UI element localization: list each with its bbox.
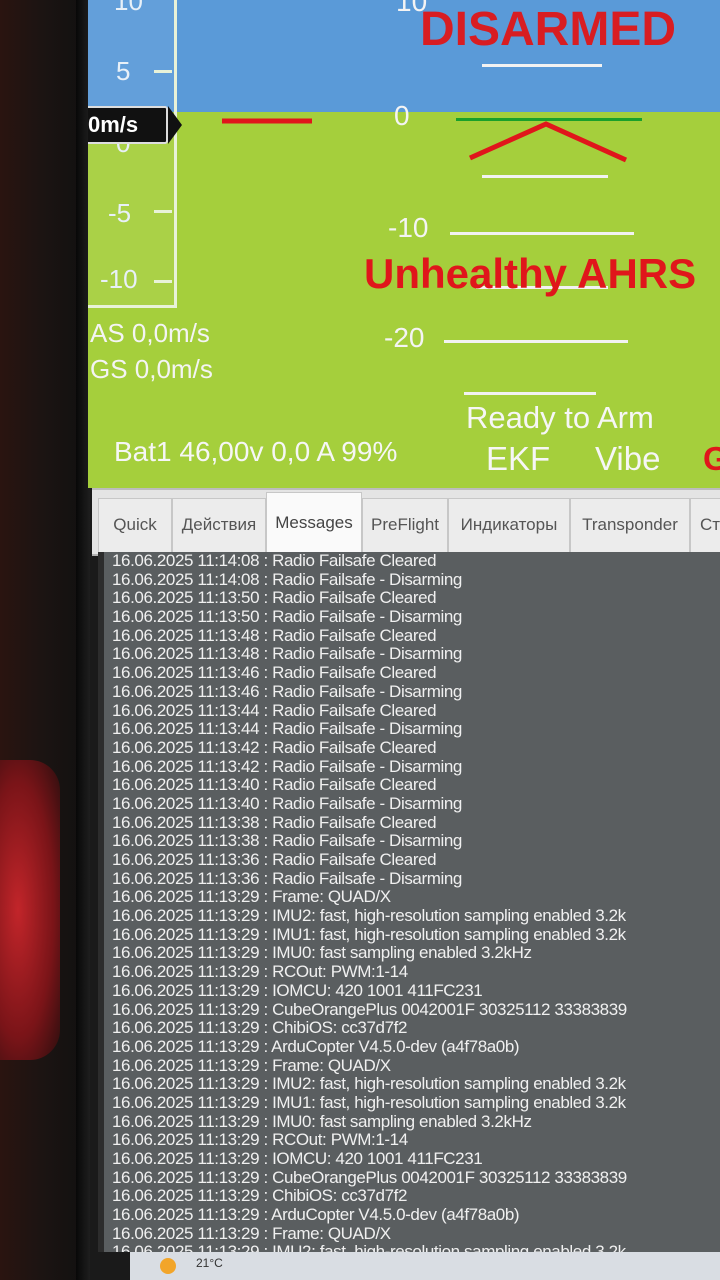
tab-bar: Quick Действия Messages PreFlight Индика… (92, 488, 720, 556)
tab-label: Quick (113, 515, 157, 534)
pitch-line (444, 340, 628, 343)
message-row: 16.06.2025 11:13:42 : Radio Failsafe Cle… (112, 737, 437, 757)
tab-indicators[interactable]: Индикаторы (448, 498, 570, 552)
message-row: 16.06.2025 11:13:44 : Radio Failsafe Cle… (112, 700, 437, 720)
airspeed-readout: AS 0,0m/s (90, 318, 210, 348)
message-row: 16.06.2025 11:13:29 : Frame: QUAD/X (112, 1223, 391, 1243)
message-row: 16.06.2025 11:14:08 : Radio Failsafe Cle… (112, 552, 437, 570)
message-row: 16.06.2025 11:13:29 : RCOut: PWM:1-14 (112, 1130, 408, 1150)
groundspeed-readout: GS 0,0m/s (90, 354, 213, 384)
message-row: 16.06.2025 11:13:29 : IMU2: fast, high-r… (112, 906, 626, 926)
message-row: 16.06.2025 11:13:38 : Radio Failsafe Cle… (112, 812, 437, 832)
message-row: 16.06.2025 11:13:50 : Radio Failsafe - D… (112, 607, 462, 627)
message-row: 16.06.2025 11:13:29 : IMU2: fast, high-r… (112, 1074, 626, 1094)
message-row: 16.06.2025 11:13:29 : IMU2: fast, high-r… (112, 1242, 626, 1252)
vibe-indicator[interactable]: Vibe (595, 440, 660, 478)
message-row: 16.06.2025 11:13:44 : Radio Failsafe - D… (112, 719, 462, 739)
message-row: 16.06.2025 11:13:40 : Radio Failsafe - D… (112, 793, 462, 813)
message-row: 16.06.2025 11:13:38 : Radio Failsafe - D… (112, 831, 462, 851)
message-row: 16.06.2025 11:13:29 : IMU0: fast samplin… (112, 1111, 532, 1131)
pitch-line (464, 392, 596, 395)
message-row: 16.06.2025 11:13:40 : Radio Failsafe Cle… (112, 775, 437, 795)
speed-tick (154, 210, 172, 213)
tab-quick[interactable]: Quick (98, 498, 172, 552)
message-row: 16.06.2025 11:13:29 : ArduCopter V4.5.0-… (112, 1205, 520, 1225)
pitch-label: -20 (384, 322, 425, 353)
tab-transponder[interactable]: Transponder (570, 498, 690, 552)
tab-label: Индикаторы (460, 515, 558, 534)
speed-tick-label: -5 (108, 198, 132, 228)
ahrs-warning: Unhealthy AHRS (364, 250, 697, 297)
message-row: 16.06.2025 11:13:36 : Radio Failsafe - D… (112, 868, 462, 888)
speed-tick (154, 280, 172, 283)
message-row: 16.06.2025 11:13:29 : IMU1: fast, high-r… (112, 1092, 626, 1112)
message-row: 16.06.2025 11:13:29 : Frame: QUAD/X (112, 1055, 391, 1075)
message-row: 16.06.2025 11:13:29 : CubeOrangePlus 004… (112, 999, 627, 1019)
pitch-label: -10 (388, 212, 429, 243)
message-row: 16.06.2025 11:13:50 : Radio Failsafe Cle… (112, 588, 437, 608)
message-row: 16.06.2025 11:13:29 : CubeOrangePlus 004… (112, 1167, 627, 1187)
message-row: 16.06.2025 11:13:46 : Radio Failsafe - D… (112, 681, 462, 701)
message-row: 16.06.2025 11:13:42 : Radio Failsafe - D… (112, 756, 462, 776)
tab-preflight[interactable]: PreFlight (362, 498, 448, 552)
message-row: 16.06.2025 11:14:08 : Radio Failsafe - D… (112, 569, 462, 589)
tab-messages[interactable]: Messages (266, 492, 362, 554)
speed-tick-label: -10 (100, 264, 138, 294)
monitor-bezel-left (0, 0, 90, 1280)
weather-temperature: 21°C (196, 1256, 223, 1270)
pitch-line (450, 232, 634, 235)
message-row: 16.06.2025 11:13:48 : Radio Failsafe Cle… (112, 625, 437, 645)
tab-actions[interactable]: Действия (172, 498, 266, 552)
message-row: 16.06.2025 11:13:36 : Radio Failsafe Cle… (112, 850, 437, 869)
message-row: 16.06.2025 11:13:29 : IOMCU: 420 1001 41… (112, 980, 483, 1000)
tab-label: Ст (699, 515, 720, 534)
message-row: 16.06.2025 11:13:46 : Radio Failsafe Cle… (112, 663, 437, 683)
hud-panel: 10 5 0 -5 -10 0m/s 10 0 -10 -20 DISARMED… (88, 0, 720, 488)
message-row: 16.06.2025 11:13:29 : RCOut: PWM:1-14 (112, 962, 408, 982)
ready-to-arm-status: Ready to Arm (466, 400, 654, 435)
message-row: 16.06.2025 11:13:29 : ChibiOS: cc37d7f2 (112, 1186, 408, 1206)
tab-label: Действия (181, 515, 257, 534)
message-row: 16.06.2025 11:13:29 : IMU0: fast samplin… (112, 943, 532, 963)
gps-indicator[interactable]: G (703, 440, 720, 478)
message-row: 16.06.2025 11:13:29 : ArduCopter V4.5.0-… (112, 1036, 520, 1056)
tab-overflow[interactable]: Ст (690, 498, 720, 552)
message-row: 16.06.2025 11:13:29 : Frame: QUAD/X (112, 887, 391, 907)
taskbar: 21°C (130, 1252, 720, 1280)
tab-label: PreFlight (370, 515, 440, 534)
weather-sun-icon[interactable] (160, 1258, 176, 1274)
tab-label: Transponder (582, 515, 678, 534)
disarmed-status: DISARMED (420, 3, 677, 56)
ekf-indicator[interactable]: EKF (486, 440, 550, 478)
message-row: 16.06.2025 11:13:48 : Radio Failsafe - D… (112, 644, 462, 664)
message-row: 16.06.2025 11:13:29 : IOMCU: 420 1001 41… (112, 1149, 483, 1168)
messages-log[interactable]: 16.06.2025 11:14:08 : Radio Failsafe Cle… (98, 552, 720, 1252)
tab-label: Messages (275, 513, 353, 532)
message-row: 16.06.2025 11:13:29 : IMU1: fast, high-r… (112, 924, 626, 944)
background-object (0, 760, 60, 1060)
message-row: 16.06.2025 11:13:29 : ChibiOS: cc37d7f2 (112, 1018, 408, 1038)
battery-readout: Bat1 46,00v 0,0 A 99% (114, 436, 398, 467)
